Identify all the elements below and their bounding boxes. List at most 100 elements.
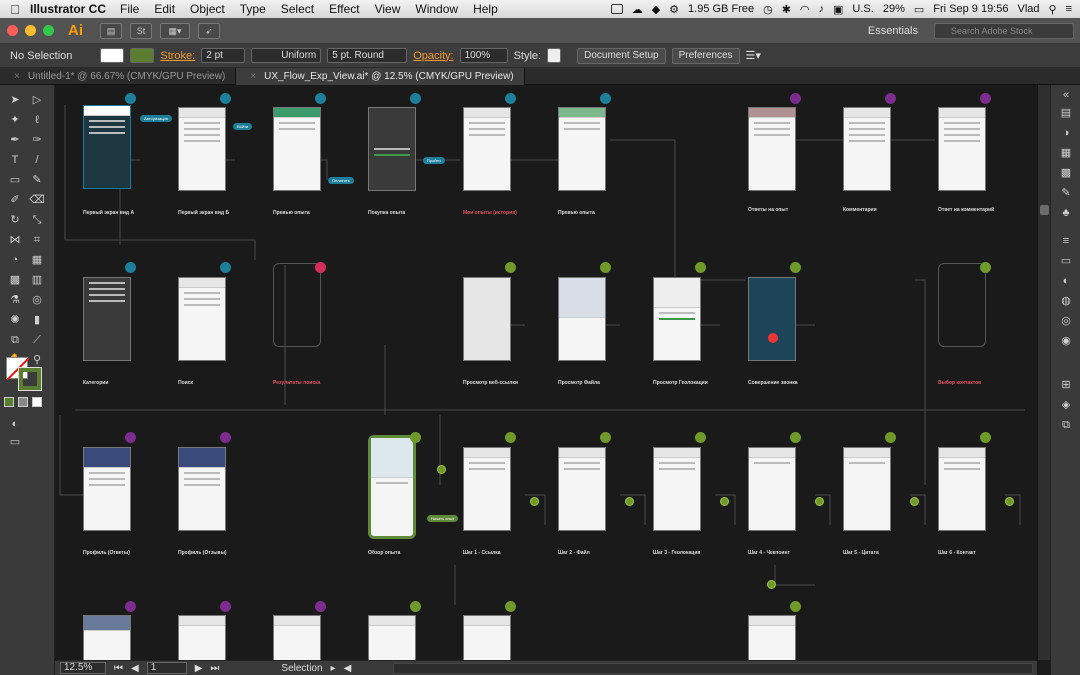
locale[interactable]: U.S.	[852, 3, 873, 15]
screen-mode-icon[interactable]: ▭	[6, 435, 24, 449]
bluetooth-icon[interactable]: ✱	[782, 3, 791, 16]
artboard[interactable]	[558, 107, 606, 191]
artboard[interactable]	[463, 107, 511, 191]
artboard[interactable]	[178, 277, 226, 361]
rectangle-tool-icon[interactable]: ▭	[6, 173, 24, 187]
artboard-canvas[interactable]: Авторизация Войти Оплатить Пройти Начать…	[55, 85, 1037, 660]
artboards-icon[interactable]: ⧉	[1060, 419, 1072, 431]
cloud-icon[interactable]: ☁	[632, 3, 643, 16]
artboard[interactable]	[558, 447, 606, 531]
flow-action-pill[interactable]: Оплатить	[328, 177, 354, 184]
gear-icon[interactable]: ⚙	[669, 3, 679, 16]
type-tool-icon[interactable]: T	[6, 153, 24, 167]
artboard[interactable]	[178, 107, 226, 191]
menu-object[interactable]: Object	[190, 2, 225, 16]
arrange-icon[interactable]: ☰▾	[746, 49, 761, 62]
artboard[interactable]	[273, 263, 321, 347]
column-graph-tool-icon[interactable]: ▮	[28, 313, 46, 327]
blend-tool-icon[interactable]: ◎	[28, 293, 46, 307]
mesh-tool-icon[interactable]: ▩	[6, 273, 24, 287]
properties-icon[interactable]: ▤	[1060, 107, 1072, 119]
opacity-label[interactable]: Opacity:	[413, 50, 453, 62]
flow-action-pill[interactable]: Войти	[233, 123, 253, 130]
align-icon[interactable]: ⊞	[1060, 379, 1072, 391]
graphic-styles-icon[interactable]: ◎	[1060, 315, 1072, 327]
paintbrush-tool-icon[interactable]: ✎	[28, 173, 46, 187]
artboard[interactable]	[368, 107, 416, 191]
wifi-icon[interactable]: ◠	[800, 3, 810, 16]
document-setup-button[interactable]: Document Setup	[577, 47, 666, 64]
status-arrow-icon[interactable]: ▸	[331, 663, 336, 674]
free-transform-tool-icon[interactable]: ⌗	[28, 233, 46, 247]
app-menu[interactable]: Illustrator CC	[30, 2, 106, 16]
curvature-tool-icon[interactable]: ✑	[28, 133, 46, 147]
menu-edit[interactable]: Edit	[154, 2, 175, 16]
flow-action-pill[interactable]: Пройти	[423, 157, 445, 164]
gradient-tool-icon[interactable]: ▥	[28, 273, 46, 287]
bridge-button[interactable]: ▤	[100, 22, 122, 39]
scale-tool-icon[interactable]: ⤡	[28, 213, 46, 227]
clock-icon[interactable]: ◷	[763, 3, 773, 16]
fill-swatch[interactable]	[100, 48, 125, 63]
gradient-mode-icon[interactable]	[18, 397, 28, 407]
artboard[interactable]	[748, 107, 796, 191]
none-mode-icon[interactable]	[32, 397, 42, 407]
lasso-tool-icon[interactable]: ℓ	[28, 113, 46, 127]
slice-tool-icon[interactable]: ⟋	[28, 333, 46, 347]
variable-width-profile[interactable]: Uniform	[251, 48, 322, 63]
shaper-tool-icon[interactable]: ✐	[6, 193, 24, 207]
artboard[interactable]	[938, 107, 986, 191]
vertical-scrollbar[interactable]	[1037, 85, 1050, 660]
horizontal-scrollbar[interactable]	[393, 662, 1033, 674]
tab-untitled-1[interactable]: × Untitled-1* @ 66.67% (CMYK/GPU Preview)	[0, 68, 237, 85]
artboard[interactable]	[83, 277, 131, 361]
tab-ux-flow[interactable]: × UX_Flow_Exp_View.ai* @ 12.5% (CMYK/GPU …	[236, 68, 525, 85]
line-tool-icon[interactable]: /	[28, 153, 46, 167]
zoom-level[interactable]: 12.5%	[60, 662, 106, 674]
artboard[interactable]	[653, 277, 701, 361]
stock-search-input[interactable]: Search Adobe Stock	[934, 22, 1074, 39]
artboard-tool-icon[interactable]: ⧉	[6, 333, 24, 347]
artboard[interactable]	[273, 107, 321, 191]
first-artboard-icon[interactable]: ⏮	[114, 663, 123, 674]
preferences-button[interactable]: Preferences	[671, 47, 740, 64]
dropbox-icon[interactable]: ◆	[652, 3, 660, 16]
color-guide-icon[interactable]: ▦	[1060, 147, 1072, 159]
rotate-tool-icon[interactable]: ↻	[6, 213, 24, 227]
artboard[interactable]	[463, 277, 511, 361]
close-tab-icon[interactable]: ×	[250, 71, 256, 82]
symbols-icon[interactable]: ♣	[1060, 207, 1072, 219]
transparency-icon[interactable]: ◐	[1060, 275, 1072, 287]
artboard[interactable]	[938, 263, 986, 347]
flow-action-pill[interactable]: Авторизация	[140, 115, 172, 122]
volume-icon[interactable]: ♪	[819, 3, 825, 15]
gpu-performance-button[interactable]: ➶	[198, 22, 220, 39]
artboard[interactable]	[938, 447, 986, 531]
selection-tool-icon[interactable]: ➤	[6, 93, 24, 107]
collapse-panels-icon[interactable]: «	[1060, 89, 1072, 101]
direct-selection-tool-icon[interactable]: ▷	[28, 93, 46, 107]
menu-help[interactable]: Help	[473, 2, 498, 16]
stroke-color-box[interactable]	[18, 367, 42, 391]
prev-artboard-icon[interactable]: ◀	[131, 663, 139, 674]
artboard[interactable]	[748, 447, 796, 531]
artboard[interactable]	[83, 447, 131, 531]
eraser-tool-icon[interactable]: ⌫	[28, 193, 46, 207]
artboard[interactable]	[83, 105, 131, 189]
appearance-icon[interactable]: ◍	[1060, 295, 1072, 307]
workspace-switcher[interactable]: Essentials	[868, 25, 918, 37]
stock-button[interactable]: St	[130, 22, 152, 39]
width-tool-icon[interactable]: ⋈	[6, 233, 24, 247]
draw-normal-icon[interactable]: ◐	[6, 417, 24, 431]
color-mode-icon[interactable]	[4, 397, 14, 407]
zoom-tool-icon[interactable]: ⚲	[28, 353, 46, 367]
arrange-documents-button[interactable]: ▦▾	[160, 22, 190, 39]
perspective-grid-tool-icon[interactable]: ▦	[28, 253, 46, 267]
stroke-label[interactable]: Stroke:	[160, 50, 195, 62]
artboard-number[interactable]: 1	[146, 662, 187, 674]
pen-tool-icon[interactable]: ✒	[6, 133, 24, 147]
artboard[interactable]	[843, 107, 891, 191]
artboard[interactable]	[273, 615, 321, 660]
menu-type[interactable]: Type	[240, 2, 266, 16]
artboard[interactable]	[843, 447, 891, 531]
